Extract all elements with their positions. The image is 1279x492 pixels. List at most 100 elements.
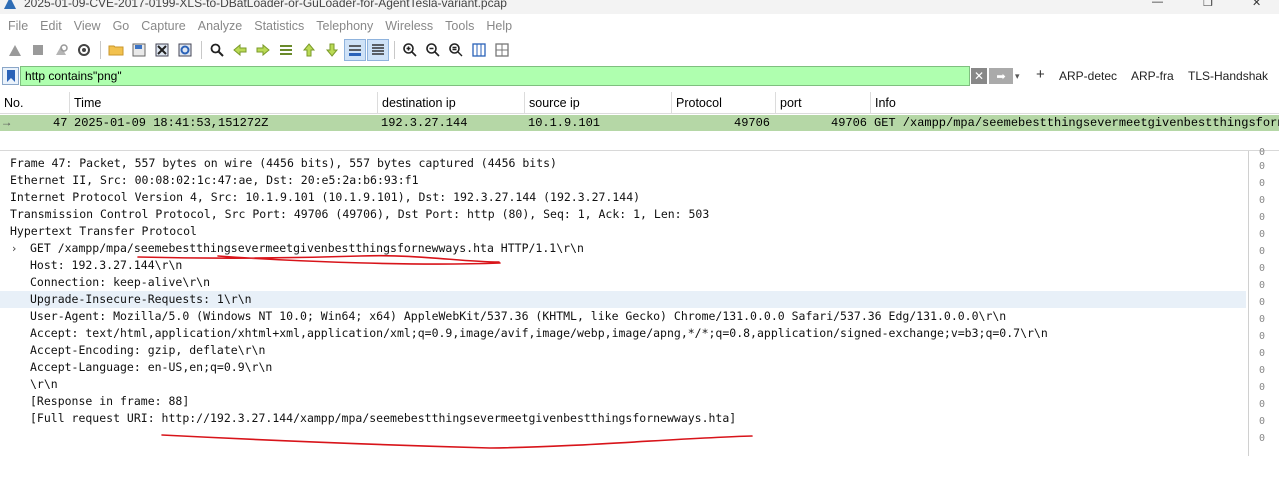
reload-icon[interactable] — [174, 39, 196, 61]
column-header-no[interactable]: No. — [0, 92, 70, 114]
apply-filter-icon[interactable]: ➡ — [989, 68, 1013, 84]
detail-full-request-uri[interactable]: [Full request URI: http://192.3.27.144/x… — [0, 410, 1246, 427]
autoscroll-icon[interactable] — [344, 39, 366, 61]
packet-bytes-pane[interactable]: 0 0 0 0 0 0 0 0 0 0 0 0 0 0 0 0 0 0 — [1248, 147, 1279, 456]
detail-http-accept[interactable]: Accept: text/html,application/xhtml+xml,… — [0, 325, 1246, 342]
close-window-icon[interactable]: ✕ — [1252, 0, 1261, 9]
column-header-time[interactable]: Time — [70, 92, 378, 114]
byte-offset: 0 — [1259, 297, 1266, 308]
add-filter-button-icon[interactable]: + — [1036, 66, 1045, 83]
packet-details-pane: Frame 47: Packet, 557 bytes on wire (445… — [0, 155, 1246, 455]
menu-view[interactable]: View — [68, 15, 107, 37]
menu-capture[interactable]: Capture — [135, 15, 191, 37]
zoom-out-icon[interactable] — [422, 39, 444, 61]
menu-wireless[interactable]: Wireless — [379, 15, 439, 37]
packet-source-ip: 10.1.9.101 — [528, 116, 601, 130]
menu-go[interactable]: Go — [107, 15, 136, 37]
display-filter-input[interactable]: http contains"png" — [20, 66, 970, 86]
last-packet-icon[interactable] — [321, 39, 343, 61]
detail-http-host[interactable]: Host: 192.3.27.144\r\n — [0, 257, 1246, 274]
filter-button-tls-handshake[interactable]: TLS-Handshak — [1188, 69, 1268, 83]
column-header-source-ip[interactable]: source ip — [525, 92, 672, 114]
toolbar-separator — [394, 41, 395, 59]
menu-help[interactable]: Help — [480, 15, 518, 37]
byte-offset: 0 — [1259, 365, 1266, 376]
column-header-port[interactable]: port — [776, 92, 871, 114]
maximize-icon[interactable]: ❐ — [1203, 0, 1213, 9]
detail-frame[interactable]: Frame 47: Packet, 557 bytes on wire (445… — [0, 155, 1246, 172]
byte-offset: 0 — [1259, 212, 1266, 223]
first-packet-icon[interactable] — [298, 39, 320, 61]
byte-offset: 0 — [1259, 280, 1266, 291]
colorize-icon[interactable] — [367, 39, 389, 61]
bookmark-icon[interactable] — [2, 67, 19, 85]
detail-http-upgrade-insecure[interactable]: Upgrade-Insecure-Requests: 1\r\n — [0, 291, 1246, 308]
byte-offset: 0 — [1259, 348, 1266, 359]
go-back-icon[interactable] — [229, 39, 251, 61]
detail-http-accept-encoding[interactable]: Accept-Encoding: gzip, deflate\r\n — [0, 342, 1246, 359]
menu-analyze[interactable]: Analyze — [192, 15, 248, 37]
open-folder-icon[interactable] — [105, 39, 127, 61]
close-file-icon[interactable] — [151, 39, 173, 61]
packet-list-header: No. Time destination ip source ip Protoc… — [0, 92, 1279, 114]
shark-fin-start-icon[interactable] — [4, 39, 26, 61]
detail-ipv4[interactable]: Internet Protocol Version 4, Src: 10.1.9… — [0, 189, 1246, 206]
byte-offset: 0 — [1259, 433, 1266, 444]
normal-size-icon[interactable] — [445, 39, 467, 61]
byte-offset: 0 — [1259, 161, 1266, 172]
options-gear-icon[interactable] — [73, 39, 95, 61]
find-icon[interactable] — [206, 39, 228, 61]
toolbar-separator — [100, 41, 101, 59]
menu-telephony[interactable]: Telephony — [310, 15, 379, 37]
detail-http-accept-language[interactable]: Accept-Language: en-US,en;q=0.9\r\n — [0, 359, 1246, 376]
byte-offset: 0 — [1259, 331, 1266, 342]
column-header-destination-ip[interactable]: destination ip — [378, 92, 525, 114]
detail-http-request-line[interactable]: › GET /xampp/mpa/seemebestthingsevermeet… — [0, 240, 1246, 257]
related-packet-arrow-icon: → — [3, 116, 11, 130]
filter-button-arp-detec[interactable]: ARP-detec — [1059, 69, 1117, 83]
detail-http-connection[interactable]: Connection: keep-alive\r\n — [0, 274, 1246, 291]
wireshark-fin-icon — [4, 0, 16, 9]
byte-offset: 0 — [1259, 195, 1266, 206]
menu-statistics[interactable]: Statistics — [248, 15, 310, 37]
byte-offset: 0 — [1259, 399, 1266, 410]
menu-file[interactable]: File — [2, 15, 34, 37]
save-icon[interactable] — [128, 39, 150, 61]
packet-time: 2025-01-09 18:41:53,151272Z — [74, 116, 269, 130]
clear-filter-icon[interactable]: ✕ — [971, 68, 987, 84]
minimize-icon[interactable]: — — [1152, 0, 1163, 8]
detail-http-crlf[interactable]: \r\n — [0, 376, 1246, 393]
detail-ethernet[interactable]: Ethernet II, Src: 00:08:02:1c:47:ae, Dst… — [0, 172, 1246, 189]
resize-columns-icon[interactable] — [468, 39, 490, 61]
byte-offset: 0 — [1259, 263, 1266, 274]
byte-offset: 0 — [1259, 416, 1266, 427]
menu-bar: File Edit View Go Capture Analyze Statis… — [0, 15, 1279, 37]
zoom-in-icon[interactable] — [399, 39, 421, 61]
menu-tools[interactable]: Tools — [439, 15, 480, 37]
stop-icon[interactable] — [27, 39, 49, 61]
menu-edit[interactable]: Edit — [34, 15, 68, 37]
byte-offset: 0 — [1259, 147, 1266, 158]
column-header-info[interactable]: Info — [871, 92, 1279, 114]
filter-button-arp-fra[interactable]: ARP-fra — [1131, 69, 1174, 83]
detail-http[interactable]: Hypertext Transfer Protocol — [0, 223, 1246, 240]
byte-offset: 0 — [1259, 178, 1266, 189]
restart-icon[interactable] — [50, 39, 72, 61]
detail-tcp[interactable]: Transmission Control Protocol, Src Port:… — [0, 206, 1246, 223]
packet-row-selected[interactable]: → 47 2025-01-09 18:41:53,151272Z 192.3.2… — [0, 115, 1279, 131]
filter-history-chevron-icon[interactable]: ▾ — [1015, 68, 1027, 84]
packet-info: GET /xampp/mpa/seemebestthingsevermeetgi… — [874, 116, 1279, 130]
main-toolbar — [0, 38, 1279, 62]
packet-protocol: 49706 — [734, 116, 771, 130]
toolbar-separator — [201, 41, 202, 59]
go-to-packet-icon[interactable] — [275, 39, 297, 61]
window-title: 2025-01-09-CVE-2017-0199-XLS-to-DBatLoad… — [24, 0, 507, 10]
go-forward-icon[interactable] — [252, 39, 274, 61]
layout-icon[interactable] — [491, 39, 513, 61]
pane-divider[interactable] — [0, 150, 1279, 151]
expand-chevron-icon[interactable]: › — [12, 240, 16, 257]
byte-offset: 0 — [1259, 229, 1266, 240]
detail-http-user-agent[interactable]: User-Agent: Mozilla/5.0 (Windows NT 10.0… — [0, 308, 1246, 325]
detail-response-in-frame-link[interactable]: [Response in frame: 88] — [0, 393, 1246, 410]
column-header-protocol[interactable]: Protocol — [672, 92, 776, 114]
